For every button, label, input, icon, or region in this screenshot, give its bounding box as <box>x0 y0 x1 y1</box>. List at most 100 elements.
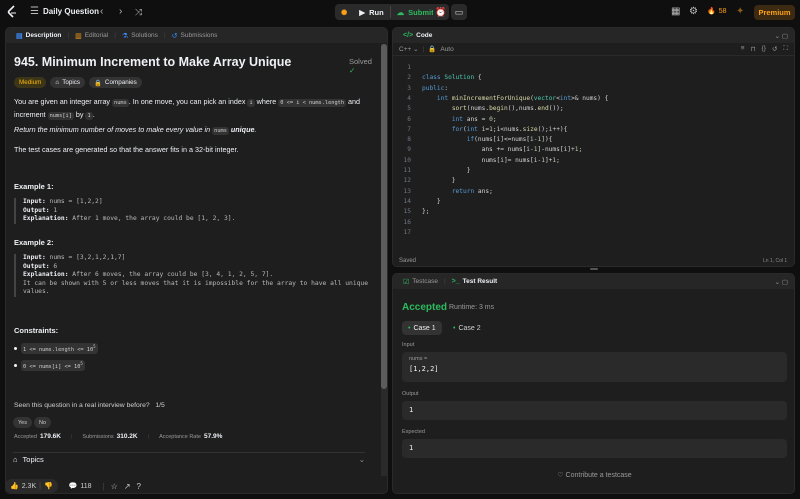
panel-maximize-icon[interactable]: ⌄ ▢ <box>775 278 788 286</box>
difficulty-badge: Medium <box>14 77 47 88</box>
scrollbar-thumb[interactable] <box>381 44 387 389</box>
prev-problem-icon[interactable]: ‹ <box>100 6 103 18</box>
stat-label: Accepted <box>14 434 37 440</box>
code-line: for(int i=1;i<nums.size();i++){ <box>451 125 568 133</box>
case-1-tab[interactable]: • Case 1 <box>402 321 442 335</box>
share-icon[interactable]: ↗ <box>124 482 131 491</box>
run-submit-group: ✺ ▶ Run ☁ Submit <box>335 4 440 20</box>
bookmark-icon[interactable]: ⊓ <box>751 45 756 53</box>
like-button[interactable]: 👍 2.3K | 👎 <box>5 479 58 493</box>
inline-code: 1 <box>85 112 93 120</box>
cursor-position: Ln 1, Col 1 <box>763 258 788 264</box>
timer-button[interactable]: ⏰ <box>433 4 449 20</box>
value: After 1 move, the array could be [1, 2, … <box>72 215 236 222</box>
line-number: 2 <box>407 74 411 82</box>
tab-solutions[interactable]: ⚗ Solutions <box>118 32 162 40</box>
doc-icon: ▤ <box>16 32 23 40</box>
mode-label[interactable]: Auto <box>440 46 453 53</box>
code-tabs: </> Code ⌄ ▢ <box>393 28 794 43</box>
label: Output: <box>23 262 50 270</box>
alarm-icon: ⏰ <box>435 6 447 17</box>
contribute-testcase-link[interactable]: ♡ Contribute a testcase <box>393 471 794 479</box>
line-number: 6 <box>407 115 411 123</box>
settings-gear-icon[interactable]: ⚙ <box>689 6 698 18</box>
panel-maximize-icon[interactable]: ⌄ ▢ <box>775 32 788 40</box>
topics-accordion[interactable]: ⌂ Topics ⌄ <box>13 452 365 466</box>
scrollbar[interactable] <box>381 44 387 476</box>
description-panel: ▤ Description | ▥ Editorial | ⚗ Solutions |… <box>5 27 388 494</box>
bullet <box>14 363 17 367</box>
streak-counter[interactable]: 🔥 58 <box>707 7 727 16</box>
debug-button[interactable]: ✺ <box>335 4 353 20</box>
problem-list-icon[interactable]: ☰ <box>30 6 39 18</box>
thumbs-down-icon: 👎 <box>43 483 53 490</box>
inline-code: nums[i] <box>47 112 74 120</box>
comments-button[interactable]: 💬 118 <box>64 479 97 493</box>
expected-label: Expected <box>402 429 425 435</box>
line-number: 15 <box>403 208 411 216</box>
problem-title[interactable]: 945. Minimum Increment to Make Array Uni… <box>14 55 291 69</box>
layout-icon[interactable]: ▦ <box>671 6 680 18</box>
chevron-down-icon: ⌄ <box>358 455 365 464</box>
code-line: public: <box>422 84 449 92</box>
run-button[interactable]: ▶ Run <box>353 4 389 20</box>
tab-editorial[interactable]: ▥ Editorial <box>71 32 112 40</box>
shuffle-icon[interactable]: ⤨ <box>135 6 142 18</box>
constraint-item: 1 <= nums.length <= 105 <box>14 343 98 354</box>
fullscreen-icon[interactable]: ⛶ <box>783 45 788 53</box>
label: Explanation: <box>23 215 69 222</box>
case-2-tab[interactable]: • Case 2 <box>447 321 487 335</box>
heart-icon: ♡ <box>557 472 564 479</box>
value: 6 <box>53 262 58 270</box>
check-circle-icon: ✓ <box>349 66 356 75</box>
no-button[interactable]: No <box>34 417 52 428</box>
code-editor[interactable]: 1 2 class Solution {3 public: 4 int minIncre… <box>393 60 794 240</box>
topics-badge[interactable]: ⌂ Topics <box>50 77 86 88</box>
tab-label: Test Result <box>462 278 498 285</box>
tab-testcase[interactable]: ☑ Testcase <box>399 278 442 286</box>
case-label: Case 2 <box>458 324 481 332</box>
case-label: Case 1 <box>413 324 436 332</box>
constraints-heading: Constraints: <box>14 326 59 335</box>
braces-icon[interactable]: {} <box>762 45 766 53</box>
line-number: 8 <box>407 136 411 144</box>
star-icon[interactable]: ☆ <box>111 482 118 491</box>
code-line: int minIncrementForUnique(vector<int>& n… <box>436 94 609 102</box>
panel-resize-handle[interactable] <box>590 268 598 270</box>
tab-test-result[interactable]: >_ Test Result <box>448 278 502 285</box>
next-problem-icon[interactable]: › <box>119 6 122 18</box>
thumbs-up-icon: 👍 <box>10 483 19 490</box>
value: After 6 moves, the array could be [3, 4,… <box>72 271 274 278</box>
notes-button[interactable]: ▭ <box>451 4 467 20</box>
tab-label: Testcase <box>412 278 438 285</box>
stat-accepted: Accepted 179.6K <box>14 433 61 440</box>
bug-icon: ✺ <box>341 7 348 17</box>
result-status: Accepted <box>402 302 448 313</box>
companies-badge[interactable]: 🔒 Companies <box>89 77 142 88</box>
reset-icon[interactable]: ↺ <box>772 45 777 53</box>
language-select[interactable]: C++ ⌄ <box>399 45 419 53</box>
leetcode-logo-icon[interactable] <box>7 5 18 19</box>
stat-submissions: Submissions 310.2K <box>82 433 137 440</box>
avatar-icon[interactable]: ✦ <box>736 6 744 18</box>
input-value: [1,2,2] <box>409 365 439 373</box>
tab-code[interactable]: </> Code <box>399 32 436 39</box>
text: where <box>254 97 279 106</box>
tag-icon: ⌂ <box>55 79 60 86</box>
help-icon[interactable]: ? <box>137 482 141 491</box>
premium-button[interactable]: Premium <box>754 5 795 20</box>
topics-row-label: Topics <box>22 455 44 464</box>
value: 1 <box>53 206 58 214</box>
problem-statement: You are given an integer array nums. In … <box>14 96 374 122</box>
tab-submissions[interactable]: ↺ Submissions <box>168 32 222 40</box>
contribute-label: Contribute a testcase <box>565 472 632 479</box>
tab-description[interactable]: ▤ Description <box>12 32 65 40</box>
format-icon[interactable]: ≡ <box>741 45 745 53</box>
daily-question-title[interactable]: Daily Question <box>43 7 99 16</box>
lock-icon: 🔒 <box>94 79 102 87</box>
code-line: sort(nums.begin(),nums.end()); <box>451 105 564 113</box>
tab-label: Submissions <box>180 32 218 39</box>
yes-button[interactable]: Yes <box>13 417 32 428</box>
problem-stats: Accepted 179.6K | Submissions 310.2K | A… <box>14 433 223 440</box>
code-line: }; <box>422 208 430 216</box>
